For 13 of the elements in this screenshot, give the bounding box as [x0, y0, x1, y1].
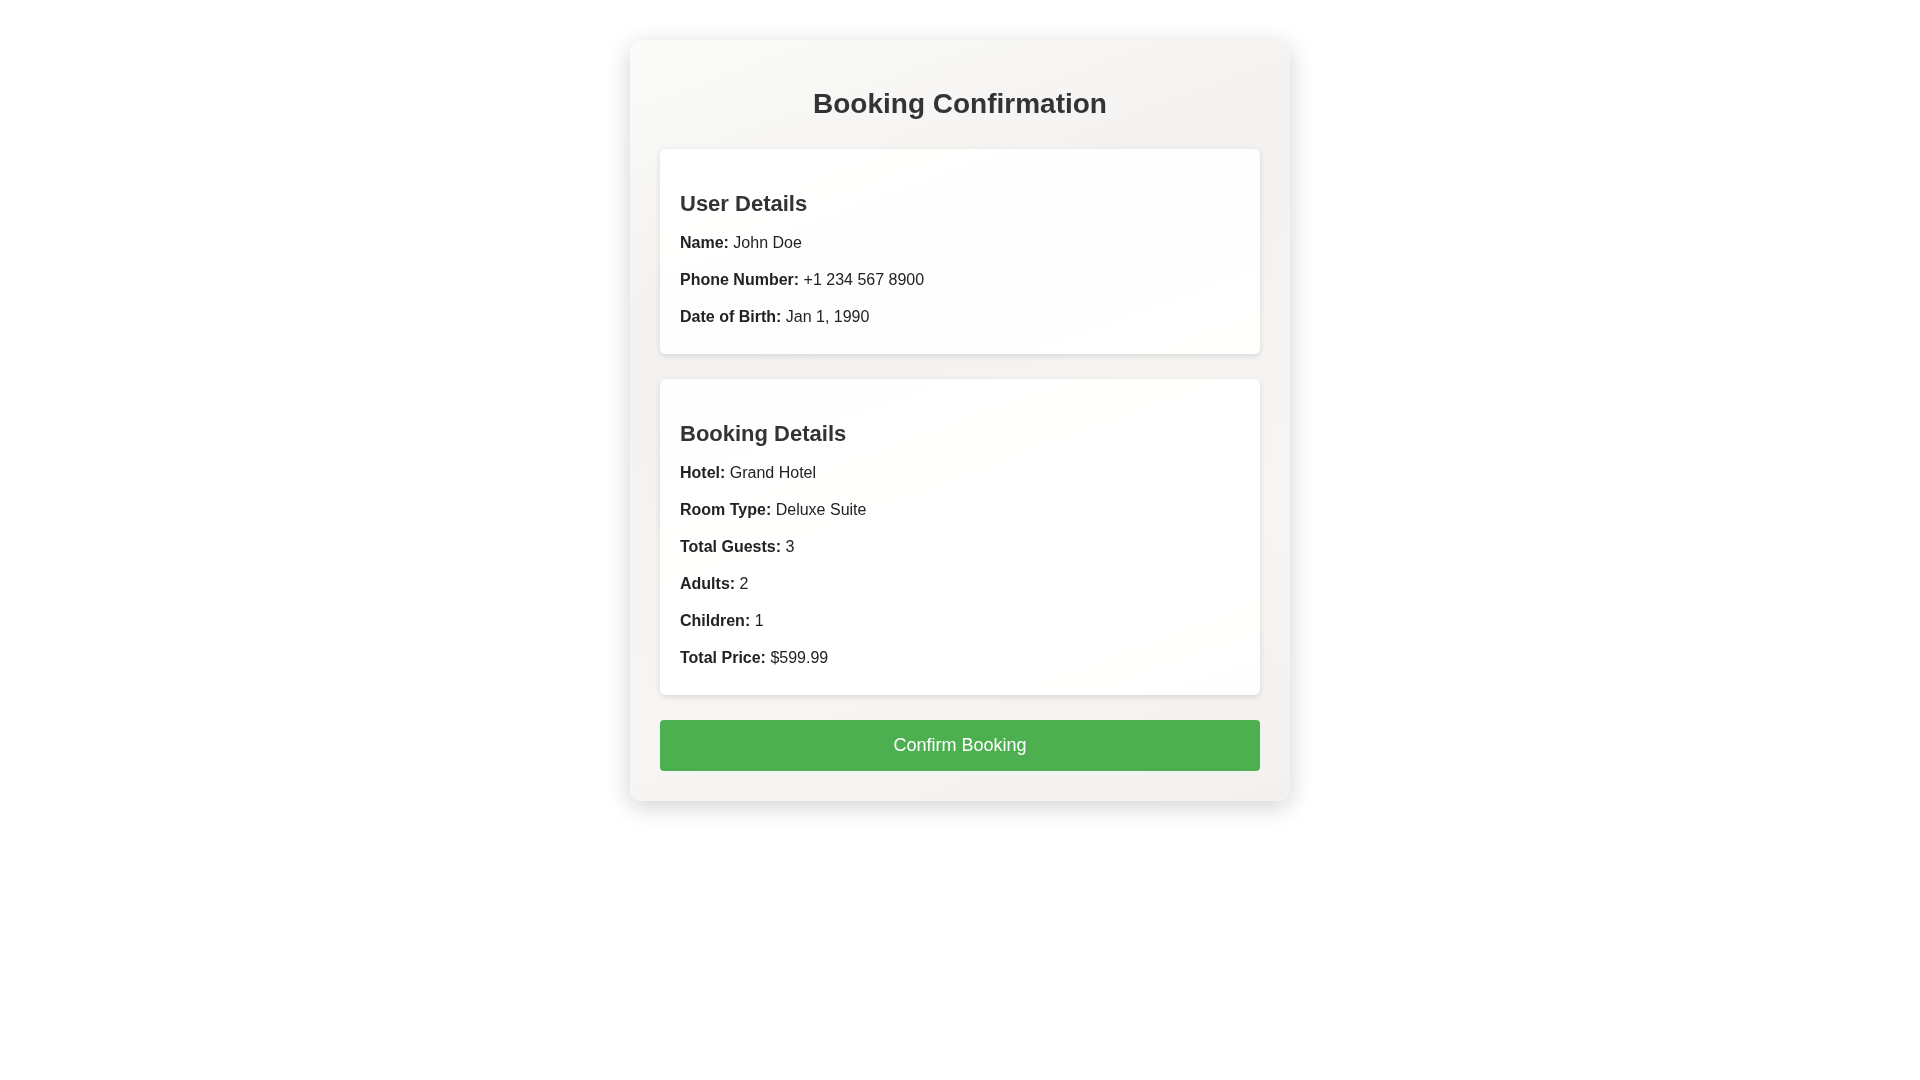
page-title: Booking Confirmation — [812, 87, 1108, 121]
detail-line: Hotel: Grand Hotel — [680, 463, 818, 483]
detail-line: Room Type: Deluxe Suite — [680, 500, 868, 520]
detail-line: Adults: 2 — [680, 574, 750, 594]
confirm-button[interactable]: Confirm Booking — [660, 720, 1260, 771]
detail-line: Phone Number: +1 234 567 8900 — [680, 270, 926, 290]
detail-line: Total Guests: 3 — [680, 537, 796, 557]
detail-line: Total Price: $599.99 — [680, 648, 830, 668]
section-heading: User Details — [680, 190, 809, 218]
detail-line: Date of Birth: Jan 1, 1990 — [680, 307, 871, 327]
detail-line: Children: 1 — [680, 611, 765, 631]
detail-line: Name: John Doe — [680, 233, 803, 253]
section-heading: Booking Details — [680, 420, 848, 448]
